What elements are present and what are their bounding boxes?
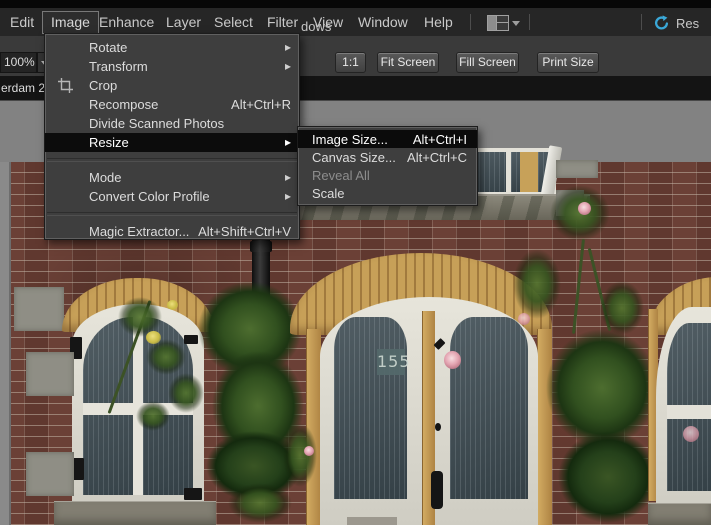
menubar-item-window[interactable]: Window [358, 8, 408, 36]
submenu-item-image-size[interactable]: Image Size... Alt+Ctrl+I [298, 130, 477, 148]
photo-foliage [513, 249, 561, 319]
photo-foliage [136, 401, 170, 431]
window-top-strip [0, 0, 711, 8]
menu-item-transform[interactable]: Transform [45, 57, 299, 76]
submenu-item-scale[interactable]: Scale [298, 184, 477, 202]
menubar-item-help[interactable]: Help [424, 8, 453, 36]
photo-yellow-rose [167, 300, 178, 310]
menu-item-resize[interactable]: Resize [45, 133, 299, 152]
submenu-item-reveal-all: Reveal All [298, 166, 477, 184]
menu-item-convert-color-profile[interactable]: Convert Color Profile [45, 187, 299, 206]
photo-left-door-glass [334, 317, 407, 499]
zoom-all-windows-label-clipped[interactable]: dows [301, 19, 331, 34]
photo-right-door-glass [450, 317, 528, 499]
photo-pink-rose [683, 426, 699, 442]
menu-separator [47, 212, 297, 216]
submenu-arrow-icon [281, 38, 291, 57]
menubar-item-edit[interactable]: Edit [10, 8, 34, 36]
reset-icon [653, 15, 670, 32]
menu-item-recompose[interactable]: Recompose Alt+Ctrl+R [45, 95, 299, 114]
menubar-item-image[interactable]: Image [42, 11, 99, 34]
photo-door-handle [431, 471, 443, 509]
photo-letter-slot [347, 517, 397, 525]
fit-screen-button[interactable]: Fit Screen [377, 52, 439, 73]
menu-item-rotate[interactable]: Rotate [45, 38, 299, 57]
house-number-plate: 155 [377, 349, 405, 375]
menu-item-crop[interactable]: Crop [45, 76, 299, 95]
submenu-arrow-icon [281, 187, 291, 206]
photo-stone-block [556, 160, 598, 178]
photo-foliage [146, 339, 186, 375]
photo-door-keyhole [435, 423, 441, 431]
photo-yellow-rose [146, 331, 161, 344]
photo-stone-block [14, 287, 64, 331]
photo-drainpipe-collar [250, 241, 272, 252]
menubar-item-select[interactable]: Select [214, 8, 253, 36]
menubar-divider [641, 14, 642, 30]
photo-building-corner [0, 162, 11, 525]
photo-door-jamb [537, 329, 552, 525]
resize-submenu-panel: Image Size... Alt+Ctrl+I Canvas Size... … [297, 126, 478, 206]
photo-pink-rose [304, 446, 314, 456]
photo-pink-rose [578, 202, 591, 215]
menubar-divider [470, 14, 471, 30]
menubar-divider [529, 14, 530, 30]
photo-foliage [168, 373, 204, 413]
photo-window-sill [54, 501, 216, 525]
submenu-arrow-icon [281, 57, 291, 76]
submenu-arrow-icon [281, 133, 291, 152]
photo-foliage [228, 483, 292, 523]
submenu-item-canvas-size[interactable]: Canvas Size... Alt+Ctrl+C [298, 148, 477, 166]
menubar-item-filter[interactable]: Filter [267, 8, 298, 36]
menubar-item-enhance[interactable]: Enhance [99, 8, 154, 36]
menu-separator [47, 158, 297, 162]
photo-foliage [558, 431, 658, 523]
photo-window-hinge [184, 335, 198, 344]
photo-pink-rose [444, 351, 461, 369]
photo-window-sill [648, 503, 711, 525]
photo-foliage [600, 281, 644, 335]
reset-button-label: Res [676, 16, 699, 31]
chevron-down-icon[interactable] [512, 21, 520, 26]
menu-item-magic-extractor[interactable]: Magic Extractor... Alt+Shift+Ctrl+V [45, 222, 299, 241]
reset-panels-button[interactable]: Res [653, 14, 699, 32]
menu-item-divide-scanned-photos[interactable]: Divide Scanned Photos [45, 114, 299, 133]
photoshop-elements-window: Edit Image Enhance Layer Select Filter V… [0, 0, 711, 525]
menu-item-mode[interactable]: Mode [45, 168, 299, 187]
photo-window-hinge [184, 488, 202, 500]
print-size-button[interactable]: Print Size [537, 52, 599, 73]
menubar-item-layer[interactable]: Layer [166, 8, 201, 36]
image-menu-panel: Rotate Transform Crop Recompose Alt+Ctrl… [44, 33, 300, 240]
photo-right-window-glass [667, 323, 711, 491]
arrange-layout-icon[interactable] [487, 15, 509, 31]
photo-foliage [546, 329, 658, 447]
photo-stone-block [26, 352, 74, 396]
submenu-arrow-icon [281, 168, 291, 187]
photo-stone-block [26, 452, 74, 496]
crop-icon [58, 78, 73, 93]
fill-screen-button[interactable]: Fill Screen [456, 52, 519, 73]
one-to-one-button[interactable]: 1:1 [335, 52, 366, 73]
zoom-percent-input[interactable]: 100% [0, 52, 37, 73]
